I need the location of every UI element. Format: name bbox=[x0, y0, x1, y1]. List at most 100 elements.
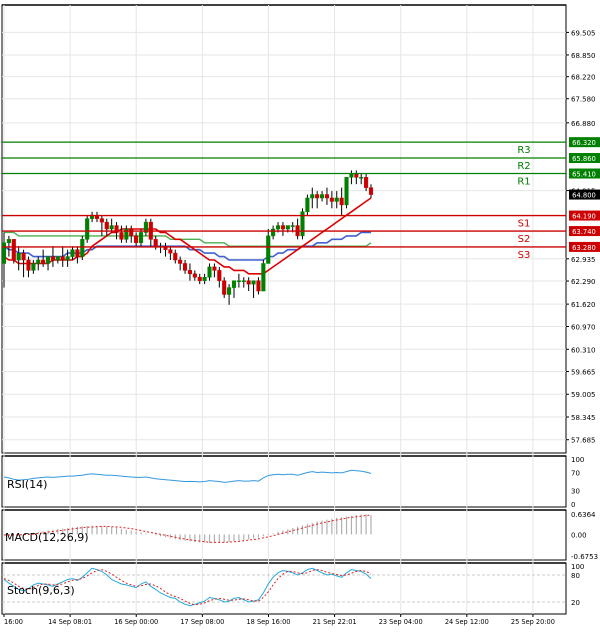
candle-down bbox=[26, 259, 31, 271]
candle-down bbox=[21, 252, 26, 261]
candle-down bbox=[99, 218, 104, 223]
candle-down bbox=[119, 232, 124, 240]
time-tick-label: 14 Sep 08:01 bbox=[48, 618, 92, 626]
candle-up bbox=[275, 225, 281, 230]
candle-up bbox=[45, 256, 51, 264]
pivot-name-s3: S3 bbox=[518, 250, 531, 261]
macd-tick-label: 0.00 bbox=[571, 531, 587, 539]
price-tick-label: 57.685 bbox=[571, 437, 596, 445]
candle-up bbox=[80, 239, 85, 257]
candle-up bbox=[359, 177, 364, 179]
candle-down bbox=[178, 259, 183, 264]
candle-up bbox=[266, 235, 271, 264]
candle-up bbox=[251, 280, 256, 285]
pivot-name-s2: S2 bbox=[518, 234, 531, 245]
candle-up bbox=[231, 280, 237, 288]
pivot-price-label: 63.280 bbox=[572, 244, 596, 252]
macd-label: MACD(12,26,9) bbox=[5, 531, 89, 544]
candle-up bbox=[202, 276, 207, 281]
candle-down bbox=[11, 239, 16, 261]
stoch-tick-label: 80 bbox=[571, 572, 580, 580]
time-tick-label: 25 Sep 20:00 bbox=[511, 618, 555, 626]
price-tick-label: 60.310 bbox=[571, 346, 596, 354]
candle-up bbox=[320, 194, 325, 199]
candle-up bbox=[334, 197, 339, 202]
stoch-tick-label: 100 bbox=[571, 563, 584, 571]
candle-up bbox=[227, 287, 232, 295]
candle-down bbox=[104, 221, 109, 230]
price-tick-label: 58.345 bbox=[571, 414, 596, 422]
rsi-tick-label: 100 bbox=[571, 456, 584, 464]
candle-down bbox=[197, 276, 202, 281]
candle-down bbox=[324, 194, 330, 199]
candle-down bbox=[280, 225, 285, 230]
pivot-name-r1: R1 bbox=[517, 177, 530, 188]
candle-up bbox=[290, 225, 295, 227]
candle-down bbox=[153, 239, 158, 247]
price-tick-label: 62.935 bbox=[571, 256, 596, 264]
price-tick-label: 62.290 bbox=[571, 278, 596, 286]
trading-chart: R3 66.320 R2 65.860 R1 65.410 S1 64.190 S2 63.740… bbox=[0, 0, 600, 629]
candle-up bbox=[1, 242, 7, 264]
candle-down bbox=[256, 280, 261, 292]
stoch-tick-label: 20 bbox=[571, 599, 580, 607]
candle-down bbox=[129, 228, 134, 237]
rsi-tick-label: 0 bbox=[571, 501, 575, 509]
candle-down bbox=[354, 173, 359, 178]
price-tick-label: 61.620 bbox=[571, 301, 596, 309]
candle-up bbox=[207, 266, 212, 278]
candle-up bbox=[36, 259, 41, 264]
candle-up bbox=[344, 177, 349, 206]
candle-down bbox=[364, 177, 369, 188]
pivot-price-label: 65.410 bbox=[572, 171, 596, 179]
candle-up bbox=[65, 256, 70, 261]
candle-down bbox=[60, 256, 65, 261]
candle-up bbox=[310, 194, 315, 199]
candle-up bbox=[261, 263, 266, 292]
candle-up bbox=[31, 263, 36, 271]
chart-background bbox=[0, 0, 600, 629]
pivot-price-label: 64.190 bbox=[572, 213, 596, 221]
chart-canvas: R3 66.320 R2 65.860 R1 65.410 S1 64.190 S2 63.740… bbox=[0, 0, 600, 629]
candle-down bbox=[41, 259, 46, 264]
current-price-label: 64.800 bbox=[572, 192, 596, 200]
candle-down bbox=[246, 280, 251, 285]
candle-up bbox=[285, 225, 290, 230]
candle-up bbox=[305, 197, 310, 213]
candle-up bbox=[138, 232, 144, 244]
time-tick-label: 21 Sep 22:01 bbox=[313, 618, 357, 626]
macd-tick-label: -0.6753 bbox=[571, 553, 598, 561]
price-tick-label: 60.970 bbox=[571, 324, 596, 332]
candle-up bbox=[241, 280, 246, 282]
price-tick-label: 59.665 bbox=[571, 368, 596, 376]
pivot-price-label: 65.860 bbox=[572, 155, 596, 163]
rsi-tick-label: 70 bbox=[571, 470, 580, 478]
candle-down bbox=[368, 187, 374, 195]
price-tick-label: 68.220 bbox=[571, 74, 596, 82]
candle-up bbox=[70, 249, 75, 257]
candle-up bbox=[349, 173, 354, 178]
pivot-name-s1: S1 bbox=[518, 219, 531, 230]
time-tick-label: 24 Sep 12:00 bbox=[445, 618, 489, 626]
candle-down bbox=[217, 270, 222, 281]
candle-down bbox=[222, 280, 227, 295]
price-tick-label: 66.880 bbox=[571, 120, 596, 128]
candle-up bbox=[55, 256, 60, 261]
price-tick-label: 68.850 bbox=[571, 52, 596, 60]
candle-up bbox=[85, 218, 90, 240]
pivot-name-r3: R3 bbox=[517, 145, 530, 156]
candle-down bbox=[192, 273, 197, 278]
candle-up bbox=[6, 239, 11, 244]
time-tick-label: 17 Sep 08:00 bbox=[180, 618, 224, 626]
time-tick-label: 16:00 bbox=[4, 618, 23, 626]
pivot-price-label: 63.740 bbox=[572, 228, 596, 236]
candle-down bbox=[134, 235, 139, 244]
rsi-tick-label: 30 bbox=[571, 488, 580, 496]
candle-up bbox=[16, 252, 21, 261]
candle-down bbox=[187, 270, 192, 275]
time-tick-label: 16 Sep 00:00 bbox=[114, 618, 158, 626]
candle-down bbox=[339, 197, 344, 206]
candle-down bbox=[329, 197, 334, 202]
candle-down bbox=[212, 266, 217, 271]
candle-down bbox=[315, 194, 320, 199]
